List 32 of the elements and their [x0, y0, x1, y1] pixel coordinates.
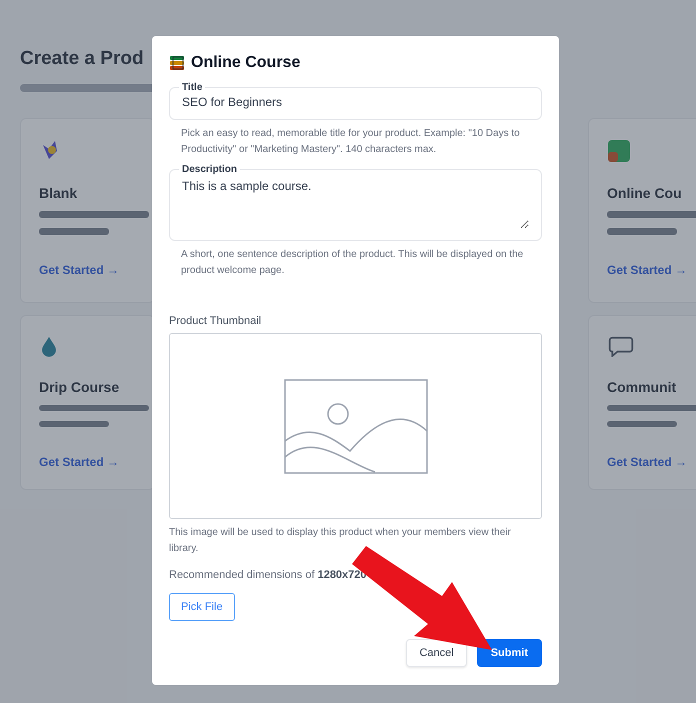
help-text: This image will be used to display this product when your members view their library.	[169, 526, 512, 556]
get-started-link[interactable]: Get Started →	[607, 263, 696, 277]
page-title: Create a Prod	[20, 48, 144, 70]
card-title: Communit	[607, 378, 678, 395]
blurred-text	[39, 420, 109, 427]
cancel-button[interactable]: Cancel	[406, 639, 467, 667]
submit-button[interactable]: Submit	[476, 639, 542, 667]
get-started-link[interactable]: Get Started →	[607, 455, 696, 469]
thumbnail-label: Product Thumbnail	[169, 315, 262, 327]
card-title: Blank	[39, 185, 78, 201]
chat-bubble-icon	[607, 336, 635, 357]
card-title: Drip Course	[39, 378, 120, 395]
description-field[interactable]: Description This is a sample course.	[169, 164, 542, 241]
books-icon	[607, 139, 631, 163]
image-placeholder-icon	[284, 378, 428, 474]
field-label: Description	[181, 164, 238, 175]
card-title: Online Cou	[607, 185, 683, 201]
blurred-text	[39, 228, 109, 235]
books-icon	[169, 55, 185, 71]
field-label: Title	[181, 82, 204, 93]
dimensions-note: Recommended dimensions of 1280x720	[169, 569, 368, 581]
dialog-title: Online Course	[191, 54, 300, 72]
get-started-link[interactable]: Get Started →	[39, 263, 136, 277]
blurred-text	[607, 420, 677, 427]
pick-file-button[interactable]: Pick File	[169, 593, 235, 621]
thumbnail-dropzone[interactable]	[169, 333, 542, 519]
get-started-link[interactable]: Get Started →	[39, 455, 136, 469]
title-field[interactable]: Title SEO for Beginners	[169, 82, 542, 120]
help-text: Pick an easy to read, memorable title for your product. Example: "10 Days to Productivity" or "Marketing Mastery". 140 characters max.	[181, 127, 521, 157]
droplet-icon	[39, 336, 59, 357]
blurred-text	[607, 228, 677, 235]
help-text: A short, one sentence description of the product. This will be displayed on the product welcome page.	[181, 248, 524, 278]
